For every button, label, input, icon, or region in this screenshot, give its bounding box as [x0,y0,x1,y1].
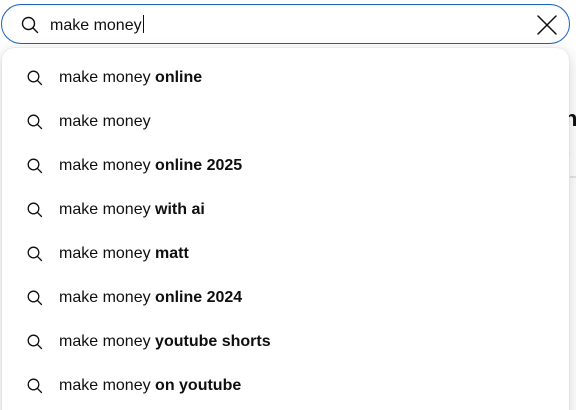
search-icon [26,377,44,395]
suggestion-item[interactable]: make money [2,100,569,144]
suggestion-label: make money online 2025 [59,157,243,174]
suggestion-label: make money [59,113,151,130]
search-icon [26,333,44,351]
suggestion-item[interactable]: make money online [2,56,569,100]
search-icon [20,15,40,35]
suggestion-label: make money youtube shorts [59,333,271,350]
search-icon [26,245,44,263]
close-icon [537,15,557,35]
search-icon [26,113,44,131]
suggestion-item[interactable]: make money online 2025 [2,144,569,188]
search-icon [26,69,44,87]
search-icon [26,289,44,307]
page: n e make money make money online make mo… [0,0,576,410]
search-icon [26,201,44,219]
suggestion-item[interactable]: make money on youtube [2,364,569,408]
suggestion-item[interactable]: make money with ai [2,188,569,232]
suggestion-label: make money online [59,69,203,86]
suggestion-label: make money matt [59,245,189,262]
clear-search-button[interactable] [533,11,561,39]
text-caret [142,15,144,33]
suggestions-dropdown: make money online make money make money … [2,48,569,410]
search-query-text[interactable]: make money [50,15,144,36]
suggestion-item[interactable]: make money online 2024 [2,276,569,320]
suggestion-label: make money on youtube [59,377,242,394]
search-input[interactable]: make money [1,4,570,44]
suggestion-label: make money with ai [59,201,205,218]
background-divider [570,176,576,178]
search-icon [26,157,44,175]
suggestion-item[interactable]: make money youtube shorts [2,320,569,364]
suggestion-item[interactable]: make money matt [2,232,569,276]
suggestion-label: make money online 2024 [59,289,243,306]
